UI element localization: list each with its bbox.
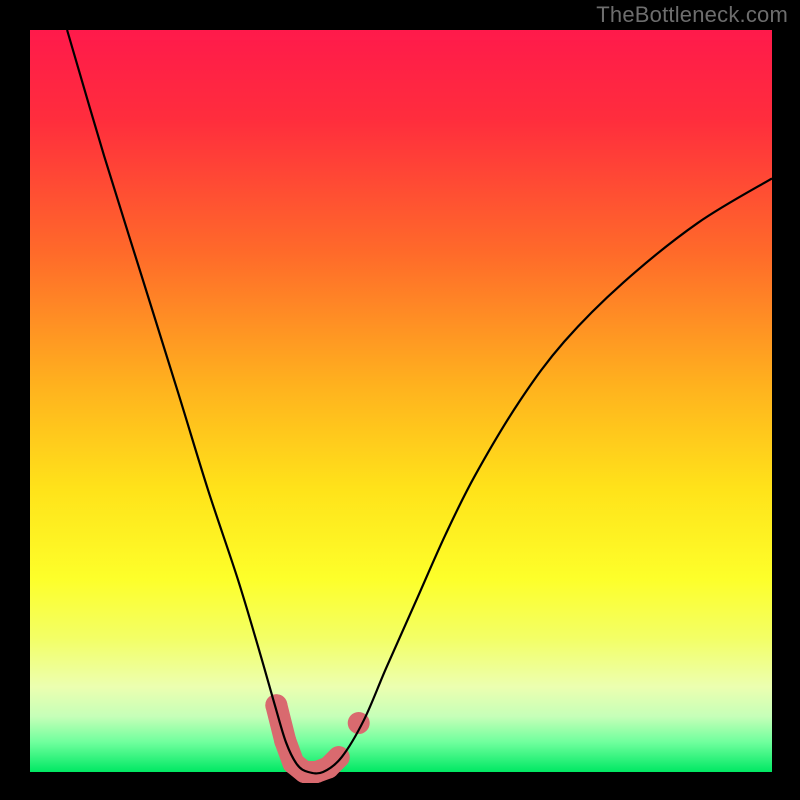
watermark-text: TheBottleneck.com [596,2,788,28]
bottleneck-chart [0,0,800,800]
gradient-background [30,30,772,772]
chart-frame: TheBottleneck.com [0,0,800,800]
